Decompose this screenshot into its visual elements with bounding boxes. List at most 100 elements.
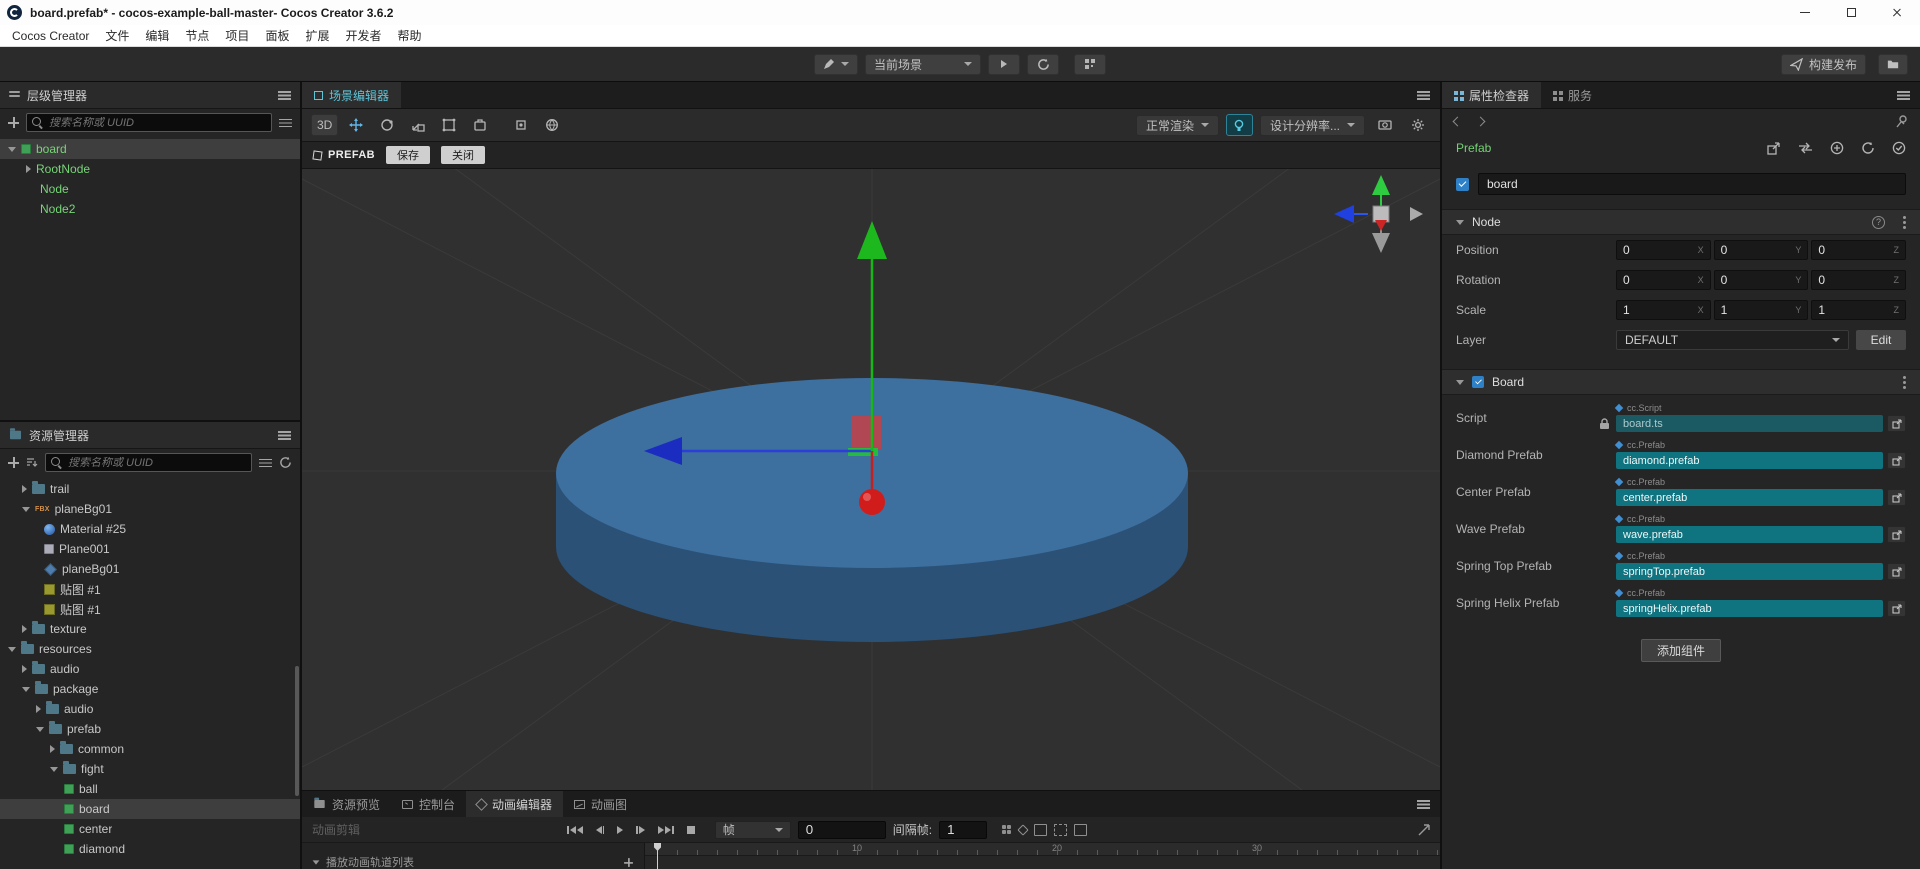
- collapse-caret-icon[interactable]: [312, 859, 320, 865]
- center-prefab-pick-button[interactable]: [1887, 489, 1906, 506]
- board-section-header[interactable]: Board: [1442, 369, 1920, 395]
- asset-prefab-board[interactable]: board: [0, 799, 300, 819]
- design-resolution-dropdown[interactable]: 设计分辨率...: [1259, 114, 1365, 136]
- asset-folder-audio[interactable]: audio: [0, 659, 300, 679]
- menu-project[interactable]: 项目: [217, 27, 257, 44]
- assets-refresh-icon[interactable]: [279, 456, 292, 469]
- play-button[interactable]: [988, 53, 1020, 75]
- skip-to-start-button[interactable]: [564, 825, 586, 834]
- collapse-caret-icon[interactable]: [50, 766, 58, 772]
- spring-top-prefab-pick-button[interactable]: [1887, 563, 1906, 580]
- open-project-folder-button[interactable]: [1878, 53, 1908, 75]
- tab-asset-preview[interactable]: 资源预览: [302, 791, 391, 817]
- expand-caret-icon[interactable]: [50, 745, 55, 753]
- current-frame-input[interactable]: [797, 820, 886, 839]
- rotation-x-input[interactable]: 0X: [1616, 270, 1711, 290]
- node-active-checkbox[interactable]: [1456, 177, 1469, 191]
- coordinate-toggle-button[interactable]: [539, 114, 565, 136]
- camera-settings-button[interactable]: [1372, 114, 1398, 136]
- expand-panel-icon[interactable]: [1418, 823, 1430, 836]
- move-tool-button[interactable]: [343, 114, 369, 136]
- asset-prefab-center[interactable]: center: [0, 819, 300, 839]
- scale-y-input[interactable]: 1Y: [1713, 300, 1809, 320]
- asset-folder-package[interactable]: package: [0, 679, 300, 699]
- gizmo-expand-arrow[interactable]: [1410, 207, 1423, 221]
- scene-viewport[interactable]: [302, 169, 1440, 790]
- collapse-caret-icon[interactable]: [22, 506, 30, 512]
- asset-folder-trail[interactable]: trail: [0, 479, 300, 499]
- interval-input[interactable]: [939, 820, 988, 839]
- collapse-caret-icon[interactable]: [36, 726, 44, 732]
- asset-folder-common[interactable]: common: [0, 739, 300, 759]
- add-track-icon[interactable]: [624, 857, 633, 867]
- board-enabled-checkbox[interactable]: [1472, 376, 1484, 388]
- reload-button[interactable]: [1027, 53, 1059, 75]
- preview-on-device-button[interactable]: [1074, 53, 1106, 75]
- swap-prefab-icon[interactable]: [1798, 142, 1813, 154]
- reset-prefab-icon[interactable]: [1861, 141, 1875, 155]
- projection-3d-button[interactable]: 3D: [311, 114, 339, 136]
- create-node-icon[interactable]: [8, 117, 19, 128]
- asset-texture-2[interactable]: 贴图 #1: [0, 599, 300, 619]
- menu-file[interactable]: 文件: [97, 27, 137, 44]
- menu-developer[interactable]: 开发者: [337, 27, 389, 44]
- snap-grid-icon[interactable]: [1002, 825, 1007, 829]
- script-asset-field[interactable]: board.ts: [1616, 415, 1883, 432]
- timeline-ruler[interactable]: 10 20 30: [645, 843, 1440, 856]
- rotation-z-input[interactable]: 0Z: [1811, 270, 1907, 290]
- assets-search-input[interactable]: [68, 456, 246, 469]
- tab-inspector[interactable]: 属性检查器: [1442, 82, 1542, 108]
- expand-caret-icon[interactable]: [22, 665, 27, 673]
- collapse-caret-icon[interactable]: [8, 146, 16, 152]
- track-list-header[interactable]: 播放动画轨道列表: [302, 855, 644, 869]
- menu-node[interactable]: 节点: [177, 27, 217, 44]
- assets-scrollbar[interactable]: [295, 666, 299, 796]
- asset-folder-fight[interactable]: fight: [0, 759, 300, 779]
- inspector-menu-icon[interactable]: [1897, 90, 1910, 100]
- layer-dropdown[interactable]: DEFAULT: [1616, 330, 1849, 350]
- spring-helix-prefab-pick-button[interactable]: [1887, 600, 1906, 617]
- rotate-tool-button[interactable]: [374, 114, 400, 136]
- menu-panel[interactable]: 面板: [257, 27, 297, 44]
- add-instance-icon[interactable]: [1830, 141, 1844, 155]
- expand-caret-icon[interactable]: [36, 705, 41, 713]
- pin-icon[interactable]: [1895, 114, 1908, 128]
- assets-menu-icon[interactable]: [278, 430, 291, 440]
- prefab-close-button[interactable]: 关闭: [441, 146, 486, 164]
- expand-caret-icon[interactable]: [22, 625, 27, 633]
- hierarchy-node-board[interactable]: board: [0, 139, 300, 159]
- scale-x-input[interactable]: 1X: [1616, 300, 1711, 320]
- build-publish-button[interactable]: 构建发布: [1780, 53, 1866, 75]
- tab-animation-editor[interactable]: 动画编辑器: [466, 791, 564, 817]
- diamond-prefab-pick-button[interactable]: [1887, 452, 1906, 469]
- hierarchy-filter-icon[interactable]: [279, 118, 292, 128]
- scale-tool-button[interactable]: [405, 114, 431, 136]
- center-prefab-field[interactable]: center.prefab: [1616, 489, 1883, 506]
- scene-panel-menu-icon[interactable]: [1417, 90, 1430, 100]
- lighting-toggle-button[interactable]: [1225, 114, 1253, 136]
- asset-material-25[interactable]: Material #25: [0, 519, 300, 539]
- maximize-button[interactable]: [1828, 0, 1874, 25]
- menu-help[interactable]: 帮助: [389, 27, 429, 44]
- next-frame-button[interactable]: [633, 825, 648, 834]
- stop-animation-button[interactable]: [684, 825, 698, 834]
- collapse-caret-icon[interactable]: [1456, 379, 1464, 385]
- help-icon[interactable]: [1872, 215, 1885, 229]
- edit-prefab-icon[interactable]: [1767, 141, 1781, 155]
- asset-folder-texture[interactable]: texture: [0, 619, 300, 639]
- add-component-button[interactable]: 添加组件: [1640, 639, 1721, 662]
- asset-folder-resources[interactable]: resources: [0, 639, 300, 659]
- bottom-panel-menu-icon[interactable]: [1417, 799, 1430, 809]
- position-x-input[interactable]: 0X: [1616, 240, 1711, 260]
- node-section-header[interactable]: Node: [1442, 209, 1920, 235]
- node-name-input[interactable]: board: [1478, 173, 1906, 195]
- menu-extension[interactable]: 扩展: [297, 27, 337, 44]
- render-mode-dropdown[interactable]: 正常渲染: [1135, 114, 1219, 136]
- timeline-ruler-pane[interactable]: 10 20 30: [645, 843, 1440, 869]
- position-z-input[interactable]: 0Z: [1811, 240, 1907, 260]
- history-back-icon[interactable]: [1452, 116, 1463, 126]
- asset-fbx-planebg01[interactable]: FBX planeBg01: [0, 499, 300, 519]
- minimize-button[interactable]: [1782, 0, 1828, 25]
- apply-prefab-icon[interactable]: [1892, 141, 1906, 155]
- wave-prefab-pick-button[interactable]: [1887, 526, 1906, 543]
